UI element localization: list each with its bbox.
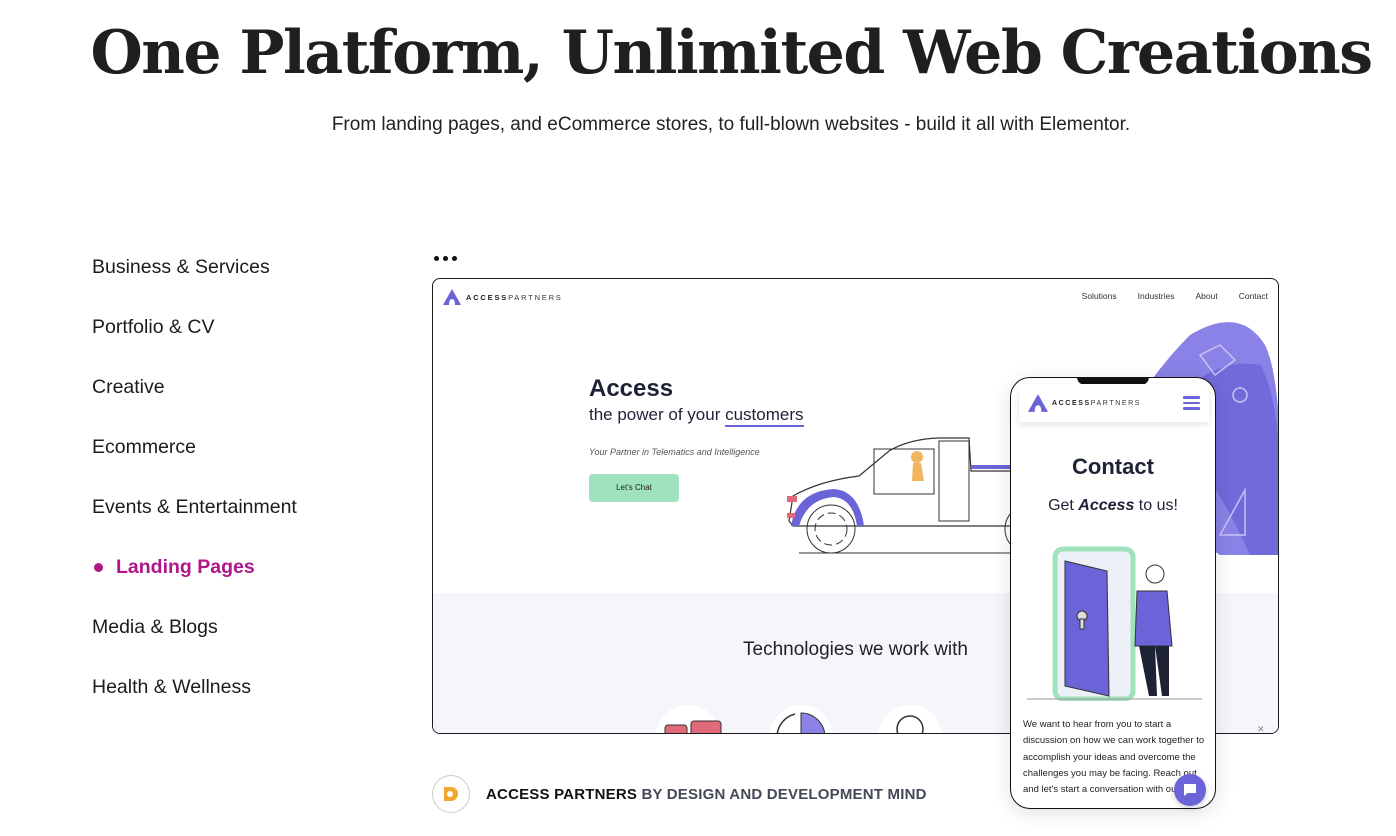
tech-icon-cards	[656, 705, 722, 733]
tech-icon-pie	[769, 705, 833, 733]
mobile-subtitle: Get Access to us!	[1011, 497, 1215, 515]
preview-subheadline: the power of your customers	[589, 405, 804, 427]
category-events-entertainment[interactable]: Events & Entertainment	[92, 492, 297, 552]
template-credit: ACCESS PARTNERS BY DESIGN AND DEVELOPMEN…	[432, 775, 927, 813]
hamburger-menu-icon[interactable]	[1183, 396, 1200, 410]
subtitle-emphasis: Access	[1078, 497, 1135, 514]
mobile-logo: ACCESSPARTNERS	[1028, 394, 1141, 412]
preview-headline: Access	[589, 375, 674, 402]
nav-contact[interactable]: Contact	[1239, 291, 1268, 301]
category-health-wellness[interactable]: Health & Wellness	[92, 672, 297, 732]
category-label: Landing Pages	[116, 556, 255, 578]
category-business-services[interactable]: Business & Services	[92, 252, 297, 312]
site-logo: ACCESSPARTNERS	[443, 289, 563, 305]
subtitle-suffix: to us!	[1134, 497, 1178, 514]
mobile-header: ACCESSPARTNERS	[1019, 384, 1209, 422]
preview-tagline: Your Partner in Telematics and Intellige…	[589, 447, 760, 457]
logo-bold-text: ACCESS	[466, 292, 509, 302]
site-nav: Solutions Industries About Contact	[1082, 291, 1268, 301]
template-name: ACCESS PARTNERS	[486, 785, 638, 803]
close-icon[interactable]: ✕	[1257, 724, 1265, 735]
subheadline-prefix: the power of your	[589, 405, 726, 424]
credit-text: ACCESS PARTNERS BY DESIGN AND DEVELOPMEN…	[486, 786, 927, 803]
author-logo	[432, 775, 470, 813]
logo-light-text: PARTNERS	[508, 292, 563, 302]
mobile-title: Contact	[1072, 454, 1154, 479]
category-label: Health & Wellness	[92, 676, 251, 698]
access-logo-icon	[443, 289, 461, 305]
category-label: Creative	[92, 376, 165, 398]
category-media-blogs[interactable]: Media & Blogs	[92, 612, 297, 672]
category-portfolio-cv[interactable]: Portfolio & CV	[92, 312, 297, 372]
page-subtitle: From landing pages, and eCommerce stores…	[331, 114, 1131, 135]
active-dot-icon	[94, 563, 103, 572]
category-label: Events & Entertainment	[92, 496, 297, 518]
category-list: Business & Services Portfolio & CV Creat…	[92, 252, 297, 732]
chat-bubble-icon[interactable]	[1174, 774, 1206, 806]
category-label: Media & Blogs	[92, 616, 218, 638]
category-label: Ecommerce	[92, 436, 197, 458]
lets-chat-button[interactable]: Let's Chat	[589, 474, 679, 502]
access-logo-icon	[1028, 394, 1048, 412]
door-illustration-icon	[1027, 546, 1202, 701]
logo-bold-text: ACCESS	[1052, 399, 1091, 407]
nav-industries[interactable]: Industries	[1138, 291, 1175, 301]
truck-illustration-icon	[787, 437, 1039, 554]
nav-solutions[interactable]: Solutions	[1082, 291, 1117, 301]
tech-icon-person	[878, 705, 942, 733]
template-author: BY DESIGN AND DEVELOPMENT MIND	[637, 785, 927, 803]
page-title: One Platform, Unlimited Web Creations	[90, 18, 1373, 88]
nav-about[interactable]: About	[1195, 291, 1217, 301]
category-ecommerce[interactable]: Ecommerce	[92, 432, 297, 492]
mobile-preview[interactable]: ACCESSPARTNERS Contact Get Access to us!…	[1010, 377, 1216, 809]
chat-icon	[1184, 784, 1196, 796]
category-landing-pages[interactable]: Landing Pages	[92, 552, 297, 612]
browser-dots-icon	[434, 256, 457, 261]
subheadline-underlined: customers	[725, 405, 804, 427]
subtitle-prefix: Get	[1048, 497, 1079, 514]
design-mind-logo-icon	[444, 787, 458, 801]
category-creative[interactable]: Creative	[92, 372, 297, 432]
category-label: Business & Services	[92, 256, 270, 278]
category-label: Portfolio & CV	[92, 316, 215, 338]
logo-light-text: PARTNERS	[1090, 399, 1142, 407]
